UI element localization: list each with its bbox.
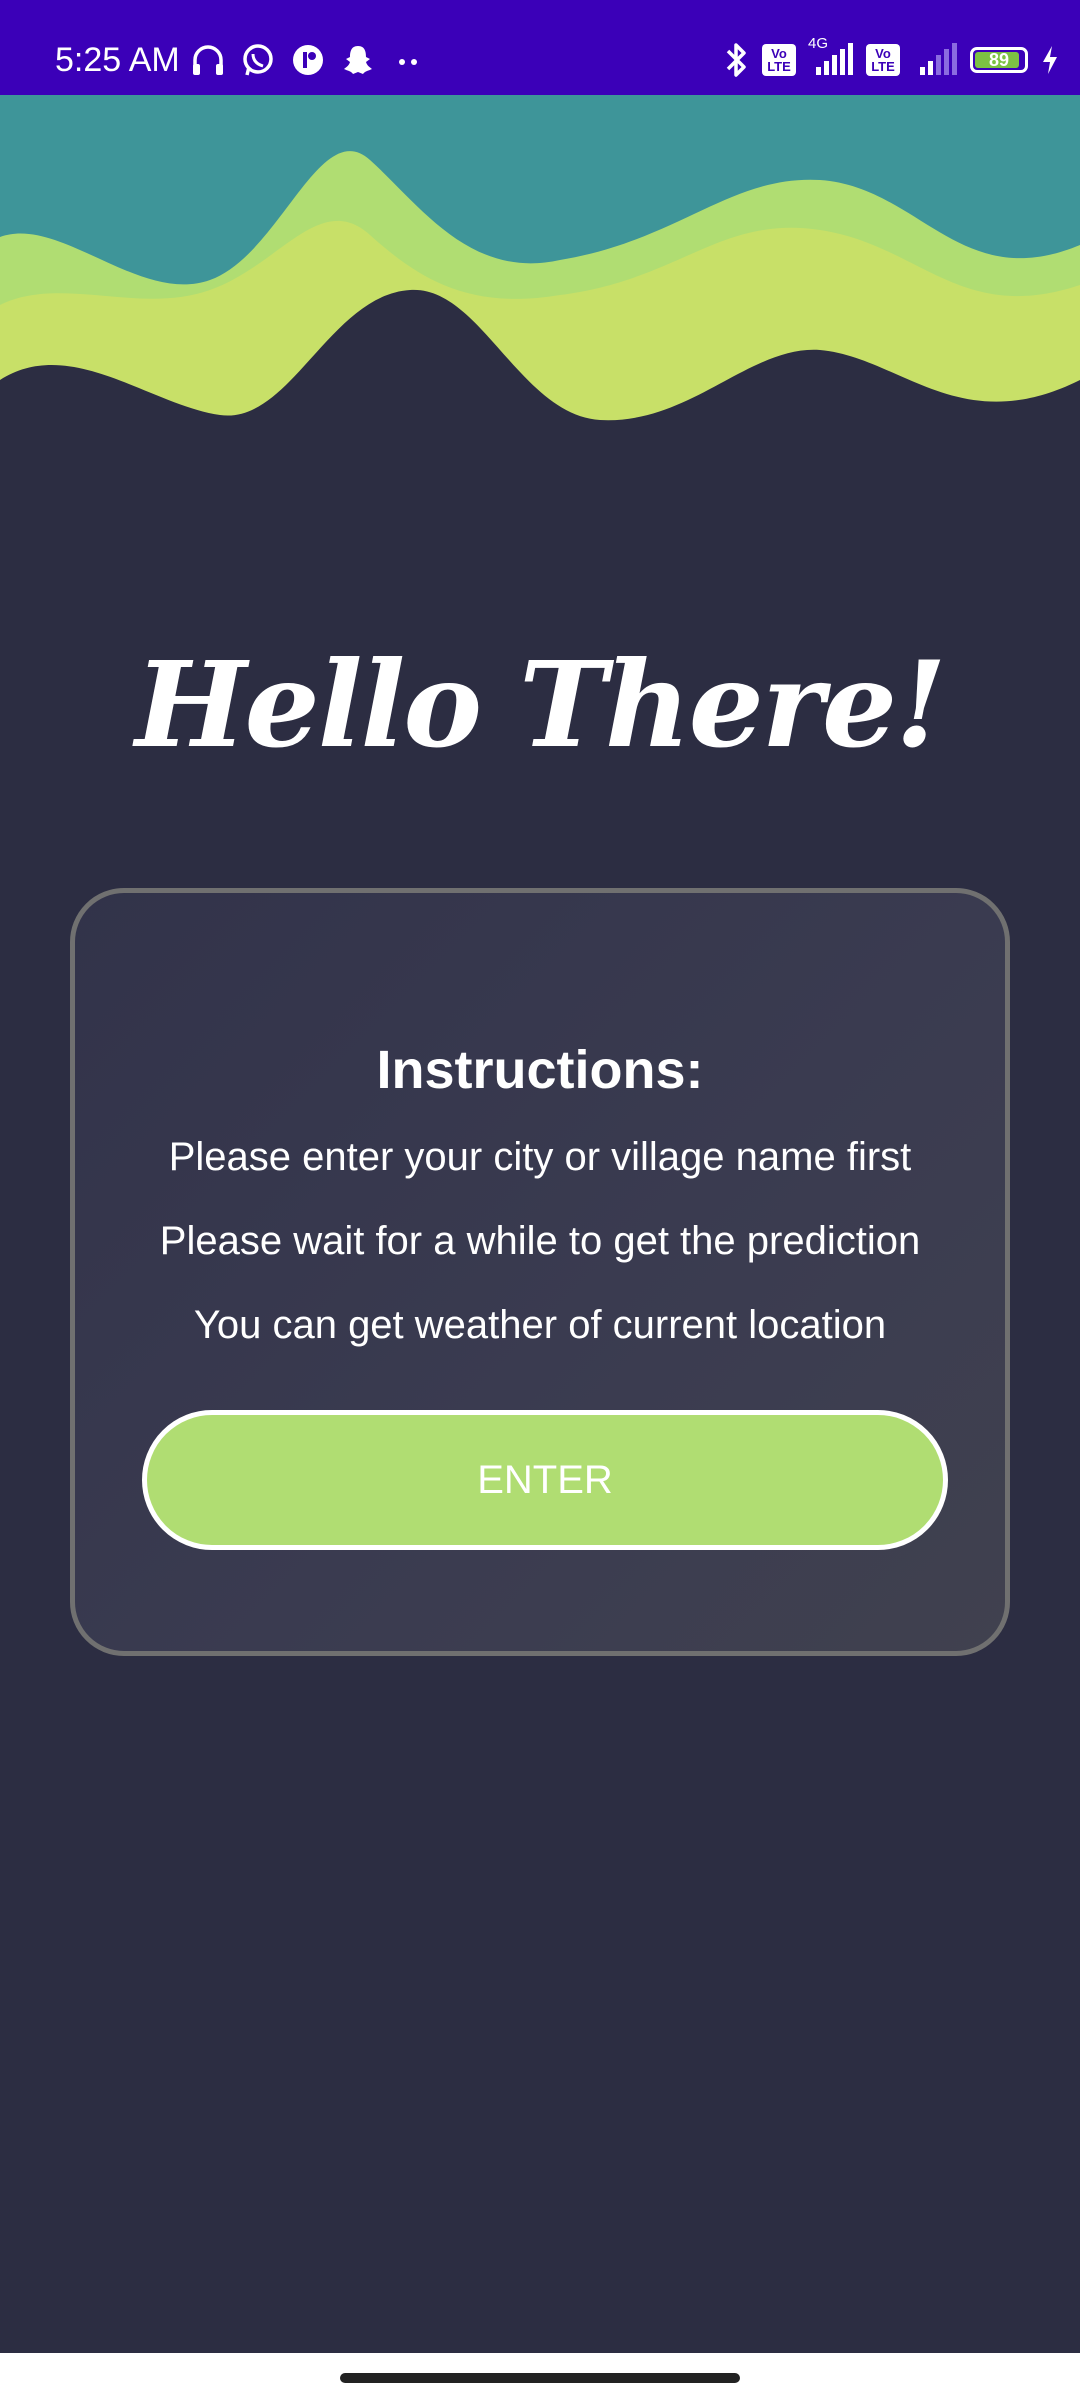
navigation-bar [0, 2353, 1080, 2400]
network-type-label: 4G [808, 35, 829, 52]
status-time: 5:25 AM [55, 41, 180, 79]
more-dots-icon [390, 42, 426, 78]
notification-icons [190, 40, 426, 80]
system-icons: Vo LTE 4G Vo LTE 89 [724, 35, 1060, 80]
header-waves [0, 95, 1080, 455]
headphones-icon [190, 42, 226, 78]
instructions-card: Instructions: Please enter your city or … [70, 888, 1010, 1656]
signal-icon: 4G [808, 35, 854, 77]
home-indicator[interactable] [340, 2373, 740, 2383]
status-bar: 5:25 AM Vo LTE 4G Vo LTE 89 [0, 0, 1080, 95]
signal-icon-2 [912, 43, 958, 77]
app-icon [290, 42, 326, 78]
battery-level: 89 [988, 49, 1010, 70]
instruction-line: You can get weather of current location [193, 1303, 887, 1347]
snapchat-icon [340, 42, 376, 78]
greeting-title: Hello There! [135, 635, 947, 774]
bluetooth-icon [724, 41, 750, 79]
whatsapp-icon [240, 42, 276, 78]
battery-icon: 89 [970, 47, 1028, 73]
charging-icon [1040, 44, 1060, 76]
volte-icon: Vo LTE [762, 44, 796, 76]
instructions-title: Instructions: [376, 1040, 704, 1100]
enter-button[interactable]: ENTER [142, 1410, 948, 1550]
battery-body: 89 [970, 47, 1028, 73]
volte-icon-2: Vo LTE [866, 44, 900, 76]
instruction-line: Please enter your city or village name f… [168, 1135, 912, 1179]
instruction-line: Please wait for a while to get the predi… [159, 1219, 921, 1263]
